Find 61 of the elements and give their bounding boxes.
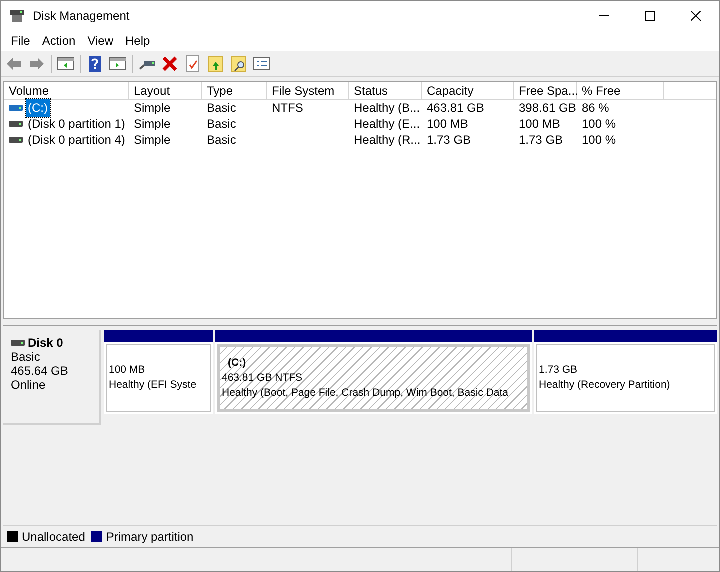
table-cell-text: Simple (134, 100, 171, 117)
table-cell-text: NTFS (272, 100, 304, 117)
column-header[interactable]: Capacity (422, 82, 514, 99)
partition-label: (C:) (227, 356, 246, 370)
column-header[interactable]: Status (349, 82, 422, 99)
partition-size: 463.81 GB NTFS (222, 370, 303, 386)
partition-block[interactable]: 100 MB Healthy (EFI Syste (104, 330, 213, 414)
table-cell-text: Simple (134, 116, 171, 133)
menu-item[interactable]: Action (36, 32, 82, 50)
app-icon (9, 9, 25, 23)
drive-icon (11, 339, 25, 347)
partition-size: 100 MB (109, 363, 146, 378)
disk-name: Disk 0 (28, 336, 64, 350)
partition-status: Healthy (Recovery Partition) (539, 378, 670, 393)
table-cell-text: 1.73 GB (519, 132, 564, 149)
disk-status: Online (11, 378, 47, 392)
column-header[interactable]: Layout (129, 82, 202, 99)
table-cell-text: Basic (207, 132, 236, 149)
legend-label: Primary partition (106, 528, 194, 546)
table-row[interactable]: (Disk 0 partition 4) Simple Basic Healthy (R... 1.73 GB 1.73 GB 100 % (4, 132, 716, 148)
column-header[interactable]: Free Spa... (514, 82, 577, 99)
table-cell-text: Basic (207, 116, 236, 133)
table-cell-text: 100 % (582, 132, 616, 149)
partition-status: Healthy (Boot, Page File, Crash Dump, Wim Boot, Basic Data (222, 386, 509, 400)
table-row[interactable]: (C:) Simple Basic NTFS Healthy (B... 463.81 GB 398.61 GB 86 % (4, 100, 716, 116)
menu-item[interactable]: Help (120, 32, 156, 50)
disk-info-panel[interactable]: Disk 0 Basic 465.64 GB Online (3, 330, 101, 425)
table-row[interactable]: (Disk 0 partition 1) Simple Basic Healthy (E... 100 MB 100 MB 100 % (4, 116, 716, 132)
maximize-icon (645, 11, 655, 21)
menu-item[interactable]: View (82, 32, 120, 50)
column-header[interactable]: % Free (577, 82, 664, 99)
table-cell-text: 86 % (582, 100, 610, 117)
column-header[interactable]: Type (202, 82, 267, 99)
table-cell-text: Healthy (B... (354, 100, 420, 117)
table-cell-text: 398.61 GB (519, 100, 576, 117)
table-cell-text: 100 MB (519, 116, 560, 133)
drive-icon (9, 120, 23, 128)
table-cell-text: Basic (207, 100, 236, 117)
volume-name: (C:) (26, 99, 50, 117)
table-cell-text: Simple (134, 132, 171, 149)
window-title: Disk Management (33, 8, 130, 25)
volume-name: (Disk 0 partition 4) (27, 132, 126, 149)
menu-item[interactable]: File (5, 32, 36, 50)
partition-status: Healthy (EFI Syste (109, 378, 197, 393)
partition-size: 1.73 GB (539, 363, 578, 378)
drive-icon (9, 104, 23, 112)
column-header[interactable]: File System (267, 82, 349, 99)
table-cell-text: 100 MB (427, 116, 468, 133)
disk-type: Basic (11, 350, 42, 364)
partition-block[interactable]: (C:) 463.81 GB NTFS Healthy (Boot, Page File, Crash Dump, Wim Boot, Basic Data (215, 330, 532, 414)
drive-icon (9, 136, 23, 144)
close-icon (691, 11, 701, 21)
table-cell-text: Healthy (R... (354, 132, 421, 149)
partition-block[interactable]: 1.73 GB Healthy (Recovery Partition) (534, 330, 717, 414)
table-cell-text: 463.81 GB (427, 100, 484, 117)
table-cell-text: 100 % (582, 116, 616, 133)
legend-label: Unallocated (22, 528, 86, 546)
volume-name: (Disk 0 partition 1) (27, 116, 126, 133)
table-cell-text: Healthy (E... (354, 116, 420, 133)
disk-size: 465.64 GB (11, 364, 70, 378)
table-cell-text: 1.73 GB (427, 132, 472, 149)
